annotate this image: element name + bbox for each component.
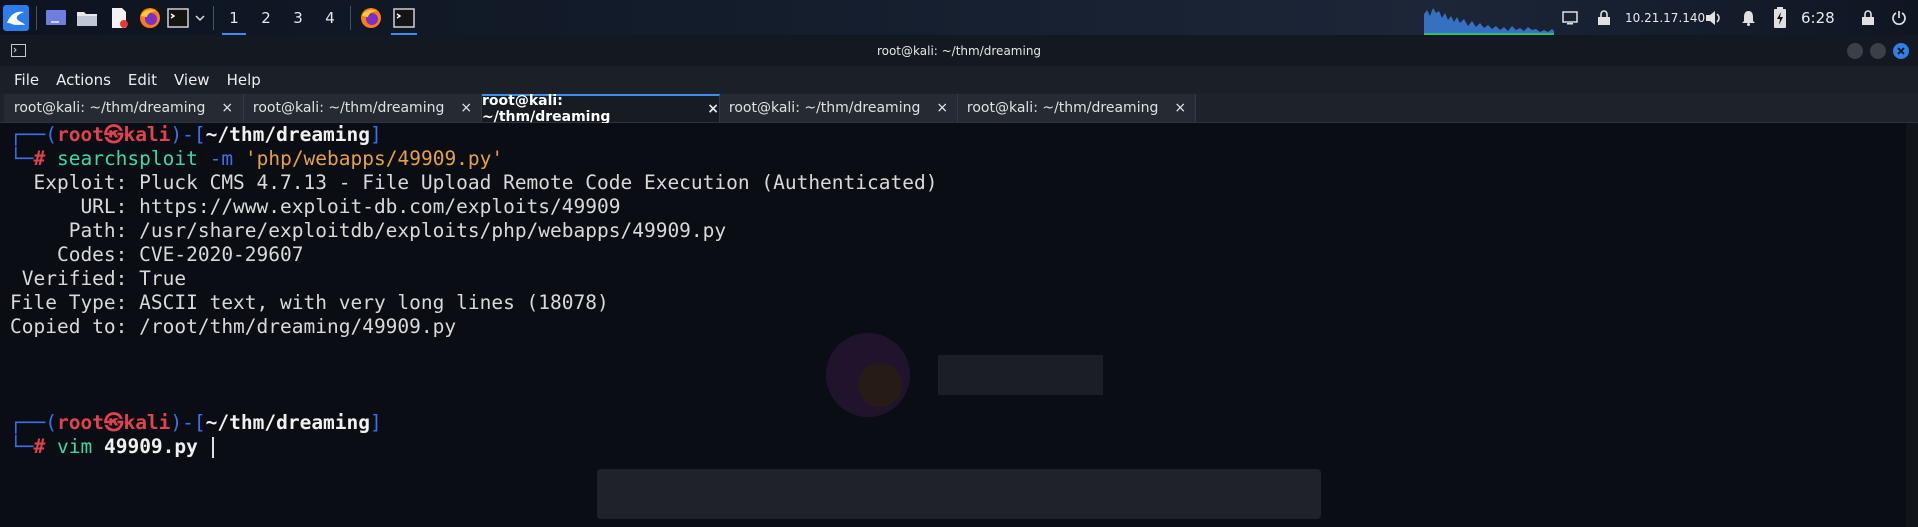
- terminal-tab-5[interactable]: root@kali: ~/thm/dreaming ×: [958, 94, 1196, 122]
- chevron-down-icon[interactable]: [191, 0, 209, 35]
- output-exploit: Exploit: Pluck CMS 4.7.13 - File Upload …: [10, 171, 938, 194]
- workspace-1[interactable]: 1: [218, 0, 250, 35]
- workspace-label: 4: [325, 8, 335, 27]
- prompt-line-2: ┌──(root㉿kali)-[~/thm/dreaming]: [10, 411, 382, 435]
- workspace-2[interactable]: 2: [250, 0, 282, 35]
- panel-separator: [36, 5, 37, 30]
- prompt-path: ~/thm/dreaming: [205, 411, 371, 434]
- prompt-frame: └─: [10, 435, 34, 458]
- volume-icon[interactable]: [1705, 0, 1723, 35]
- maximize-button[interactable]: [1870, 43, 1886, 59]
- text-editor-icon[interactable]: [103, 0, 135, 35]
- prompt-frame: ]: [370, 411, 382, 434]
- panel-separator: [350, 5, 351, 30]
- desktop-icon[interactable]: [41, 0, 71, 35]
- notification-bell-icon[interactable]: [1741, 0, 1756, 35]
- file-manager-icon[interactable]: [71, 0, 103, 35]
- terminal-view[interactable]: ┌──(root㉿kali)-[~/thm/dreaming] └─# sear…: [0, 123, 1918, 527]
- tab-close-icon[interactable]: ×: [1174, 100, 1186, 116]
- prompt-line-1: ┌──(root㉿kali)-[~/thm/dreaming]: [10, 123, 382, 147]
- prompt-frame: )-[: [170, 411, 206, 434]
- output-codes: Codes: CVE-2020-29607: [10, 243, 304, 266]
- output-copied-to: Copied to: /root/thm/dreaming/49909.py: [10, 315, 457, 338]
- menu-view[interactable]: View: [166, 71, 219, 89]
- prompt-frame: ]: [370, 123, 382, 146]
- terminal-window-icon: [11, 44, 26, 57]
- lock-screen-icon[interactable]: [1861, 0, 1875, 35]
- close-icon: [1897, 47, 1905, 55]
- tab-close-icon[interactable]: ×: [707, 101, 719, 117]
- output-verified: Verified: True: [10, 267, 187, 290]
- tab-close-icon[interactable]: ×: [221, 100, 233, 116]
- vpn-lock-icon[interactable]: [1597, 0, 1611, 35]
- prompt-path: ~/thm/dreaming: [205, 123, 371, 146]
- workspace-label: 2: [261, 8, 271, 27]
- prompt-at: ㉿: [103, 123, 124, 146]
- prompt-host: kali: [123, 411, 171, 434]
- workspace-label: 1: [229, 8, 239, 27]
- workspace-3[interactable]: 3: [282, 0, 314, 35]
- command-name: searchsploit: [56, 147, 198, 170]
- command-argument: 'php/webapps/49909.py': [244, 147, 504, 170]
- close-button[interactable]: [1893, 43, 1909, 59]
- terminal-icon[interactable]: [165, 0, 191, 35]
- prompt-frame: )-[: [170, 123, 206, 146]
- minimize-button[interactable]: [1847, 43, 1863, 59]
- window-titlebar[interactable]: root@kali: ~/thm/dreaming: [0, 35, 1918, 66]
- terminal-tab-4[interactable]: root@kali: ~/thm/dreaming ×: [720, 94, 958, 122]
- tab-close-icon[interactable]: ×: [936, 100, 948, 116]
- output-url: URL: https://www.exploit-db.com/exploits…: [10, 195, 621, 218]
- power-icon[interactable]: [1891, 0, 1907, 35]
- output-path: Path: /usr/share/exploitdb/exploits/php/…: [10, 219, 727, 242]
- menu-actions[interactable]: Actions: [48, 71, 120, 89]
- menu-bar: File Actions Edit View Help: [0, 66, 1918, 93]
- menu-edit[interactable]: Edit: [120, 71, 166, 89]
- prompt-frame: ┌──(: [10, 123, 57, 146]
- firefox-task-icon[interactable]: [355, 0, 387, 35]
- prompt-frame: ┌──(: [10, 411, 57, 434]
- text-cursor: [211, 437, 214, 458]
- command-argument: 49909.py: [103, 435, 198, 458]
- prompt-hash: #: [33, 147, 46, 170]
- tab-label: root@kali: ~/thm/dreaming: [482, 93, 611, 125]
- command-flag: -m: [209, 147, 234, 170]
- terminal-tab-1[interactable]: root@kali: ~/thm/dreaming ×: [4, 94, 244, 122]
- prompt-frame: └─: [10, 147, 34, 170]
- terminal-task-icon[interactable]: [387, 0, 421, 35]
- cpu-graph-icon: [1424, 8, 1554, 35]
- prompt-hash: #: [33, 435, 46, 458]
- workspace-label: 3: [293, 8, 303, 27]
- command-name: vim: [56, 435, 93, 458]
- workspace-4[interactable]: 4: [314, 0, 346, 35]
- clock[interactable]: 6:28: [1801, 0, 1835, 35]
- tab-label: root@kali: ~/thm/dreaming: [13, 100, 206, 116]
- prompt-user: root: [56, 123, 104, 146]
- firefox-icon[interactable]: [135, 0, 165, 35]
- terminal-tab-3[interactable]: root@kali: ~/thm/dreaming ×: [482, 93, 720, 125]
- tab-close-icon[interactable]: ×: [460, 100, 472, 116]
- top-panel: 1 2 3 4 10.21.17.140 6:28: [0, 0, 1918, 35]
- terminal-scrollbar[interactable]: [1906, 123, 1918, 527]
- command-line-1: └─# searchsploit -m 'php/webapps/49909.p…: [10, 147, 503, 171]
- command-line-2[interactable]: └─# vim 49909.py: [10, 435, 214, 459]
- output-file-type: File Type: ASCII text, with very long li…: [10, 291, 609, 314]
- tab-bar: root@kali: ~/thm/dreaming × root@kali: ~…: [0, 93, 1918, 125]
- window-title: root@kali: ~/thm/dreaming: [876, 43, 1042, 58]
- tab-label: root@kali: ~/thm/dreaming: [728, 100, 921, 116]
- prompt-user: root: [56, 411, 104, 434]
- menu-help[interactable]: Help: [219, 71, 270, 89]
- tab-label: root@kali: ~/thm/dreaming: [966, 100, 1159, 116]
- menu-file[interactable]: File: [6, 71, 48, 89]
- battery-icon[interactable]: [1773, 0, 1787, 35]
- prompt-at: ㉿: [103, 411, 124, 434]
- panel-separator: [213, 5, 214, 30]
- kali-menu-icon[interactable]: [0, 0, 32, 35]
- terminal-tab-2[interactable]: root@kali: ~/thm/dreaming ×: [244, 94, 482, 122]
- tab-label: root@kali: ~/thm/dreaming: [252, 100, 445, 116]
- ip-address: 10.21.17.140: [1625, 10, 1706, 25]
- screen-icon[interactable]: [1562, 0, 1578, 35]
- prompt-host: kali: [123, 123, 171, 146]
